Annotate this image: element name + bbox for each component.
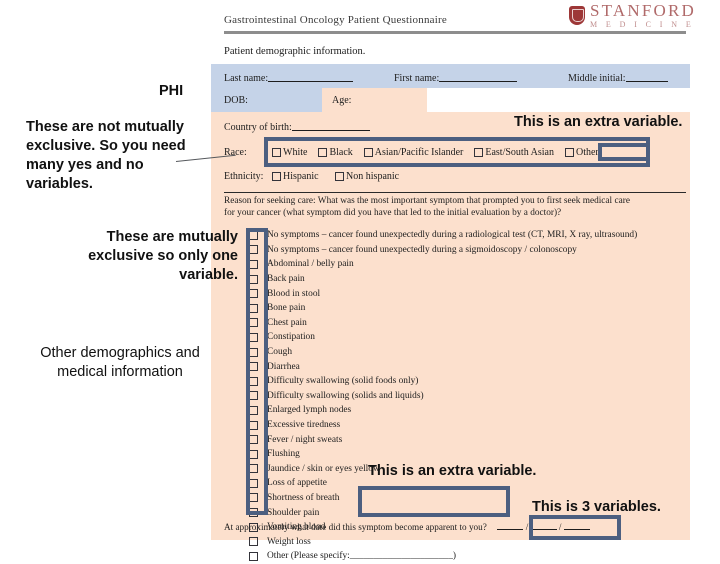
symptom-label: Cough [267,347,293,358]
symptom-row[interactable]: No symptoms – cancer found unexpectedly … [249,228,689,243]
symptom-row[interactable]: Constipation [249,330,689,345]
ethnicity-options-row: Hispanic Non hispanic [272,171,399,184]
symptom-label: Enlarged lymph nodes [267,405,352,416]
symptom-row[interactable]: Blood in stool [249,286,689,301]
symptom-label: Other (Please specify:__________________… [267,551,457,562]
symptom-row[interactable]: Difficulty swallowing (solid foods only) [249,374,689,389]
callout-box-race-other [598,143,650,161]
stanford-wordmark: STANFORD [590,1,696,20]
symptom-label: Flushing [267,449,300,460]
first-name-input[interactable] [439,71,518,82]
symptom-label: Constipation [267,332,315,343]
symptom-row[interactable]: Fever / night sweats [249,432,689,447]
symptom-row[interactable]: Abdominal / belly pain [249,257,689,272]
symptom-label: Shortness of breath [267,492,340,503]
callout-box-race-row [264,137,650,167]
reason-for-seeking-care-text: Reason for seeking care: What was the mo… [224,196,690,219]
stanford-medicine-logo: STANFORD M E D I C I N E [569,2,696,29]
symptom-row[interactable]: Bone pain [249,301,689,316]
symptom-label: Loss of appetite [267,478,327,489]
symptom-label: Shoulder pain [267,507,320,518]
last-name-field-row: Last name: [224,71,354,84]
annotation-other-demographics: Other demographics and medical informati… [40,345,200,380]
first-name-field-row: First name: [394,71,518,84]
country-of-birth-label: Country of birth: [224,122,292,133]
ethnicity-option-label: Hispanic [283,171,319,182]
reason-section-divider [224,192,686,193]
dob-label: DOB: [224,95,248,106]
ethnicity-option-non-hispanic[interactable]: Non hispanic [335,171,399,182]
symptom-label: Difficulty swallowing (solid foods only) [267,376,419,387]
middle-initial-input[interactable] [625,71,668,82]
symptom-label: Excessive tiredness [267,420,341,431]
symptom-label: No symptoms – cancer found unexpectedly … [267,230,638,241]
section-label-demographics: Patient demographic information. [224,46,366,57]
annotation-three-variables: This is 3 variables. [532,499,661,515]
symptom-row[interactable]: Cough [249,345,689,360]
symptom-row[interactable]: Excessive tiredness [249,418,689,433]
symptom-row[interactable]: Diarrhea [249,359,689,374]
symptom-label: Bone pain [267,303,306,314]
symptom-label: Abdominal / belly pain [267,259,354,270]
symptom-label: Chest pain [267,317,307,328]
symptom-label: Blood in stool [267,288,321,299]
symptom-row[interactable]: Enlarged lymph nodes [249,403,689,418]
callout-box-other-specify [358,486,510,517]
symptom-row[interactable]: Flushing [249,447,689,462]
header-rule [224,31,686,34]
annotation-phi: PHI [159,83,184,99]
middle-initial-field-row: Middle initial: [568,71,668,84]
first-name-label: First name: [394,73,440,84]
middle-initial-label: Middle initial: [568,73,626,84]
reason-line-1: Reason for seeking care: What was the mo… [224,196,630,206]
age-label: Age: [332,95,352,106]
symptom-label: Difficulty swallowing (solids and liquid… [267,390,424,401]
date-month-input[interactable] [497,520,524,530]
ethnicity-label: Ethnicity: [224,171,264,182]
symptom-row[interactable]: No symptoms – cancer found unexpectedly … [249,243,689,258]
symptom-row[interactable]: Back pain [249,272,689,287]
country-of-birth-input[interactable] [291,120,370,131]
checkbox-icon[interactable] [335,172,345,181]
symptom-row[interactable]: Difficulty swallowing (solids and liquid… [249,389,689,404]
last-name-label: Last name: [224,73,269,84]
symptom-label: Weight loss [267,536,311,547]
symptom-label: No symptoms – cancer found unexpectedly … [267,244,577,255]
stanford-shield-icon [569,6,586,25]
annotation-extra-variable-top: This is an extra variable. [514,114,683,130]
symptom-row[interactable]: Weight loss [249,534,689,549]
checkbox-icon[interactable] [272,172,281,181]
checkbox-icon[interactable] [249,537,258,547]
symptom-label: Jaundice / skin or eyes yellow [267,463,380,474]
dob-row-white-area [427,88,690,112]
reason-line-2: for your cancer (what symptom did you ha… [224,207,562,218]
form-header-title: Gastrointestinal Oncology Patient Questi… [224,14,447,26]
callout-box-symptom-checkboxes [246,228,268,515]
annotation-extra-variable-bottom: This is an extra variable. [368,463,537,479]
annotation-mutually-exclusive: These are mutually exclusive so only one… [88,229,238,283]
symptom-label: Back pain [267,274,305,285]
callout-box-onset-date [529,515,621,540]
last-name-input[interactable] [268,71,354,82]
symptom-row[interactable]: Other (Please specify:__________________… [249,549,689,564]
ethnicity-option-label: Non hispanic [346,171,400,182]
symptom-row[interactable]: Chest pain [249,316,689,331]
symptom-label: Diarrhea [267,361,300,372]
symptom-onset-date-label: At approximately what date did this symp… [224,522,487,532]
stanford-medicine-subtext: M E D I C I N E [590,20,695,29]
country-of-birth-field-row: Country of birth: [224,120,370,133]
symptom-label: Fever / night sweats [267,434,343,445]
annotation-not-mutually-exclusive: These are not mutually exclusive. So you… [26,119,186,192]
checkbox-icon[interactable] [249,551,258,561]
slide-canvas: Gastrointestinal Oncology Patient Questi… [0,0,720,561]
ethnicity-option-hispanic[interactable]: Hispanic [272,171,319,182]
